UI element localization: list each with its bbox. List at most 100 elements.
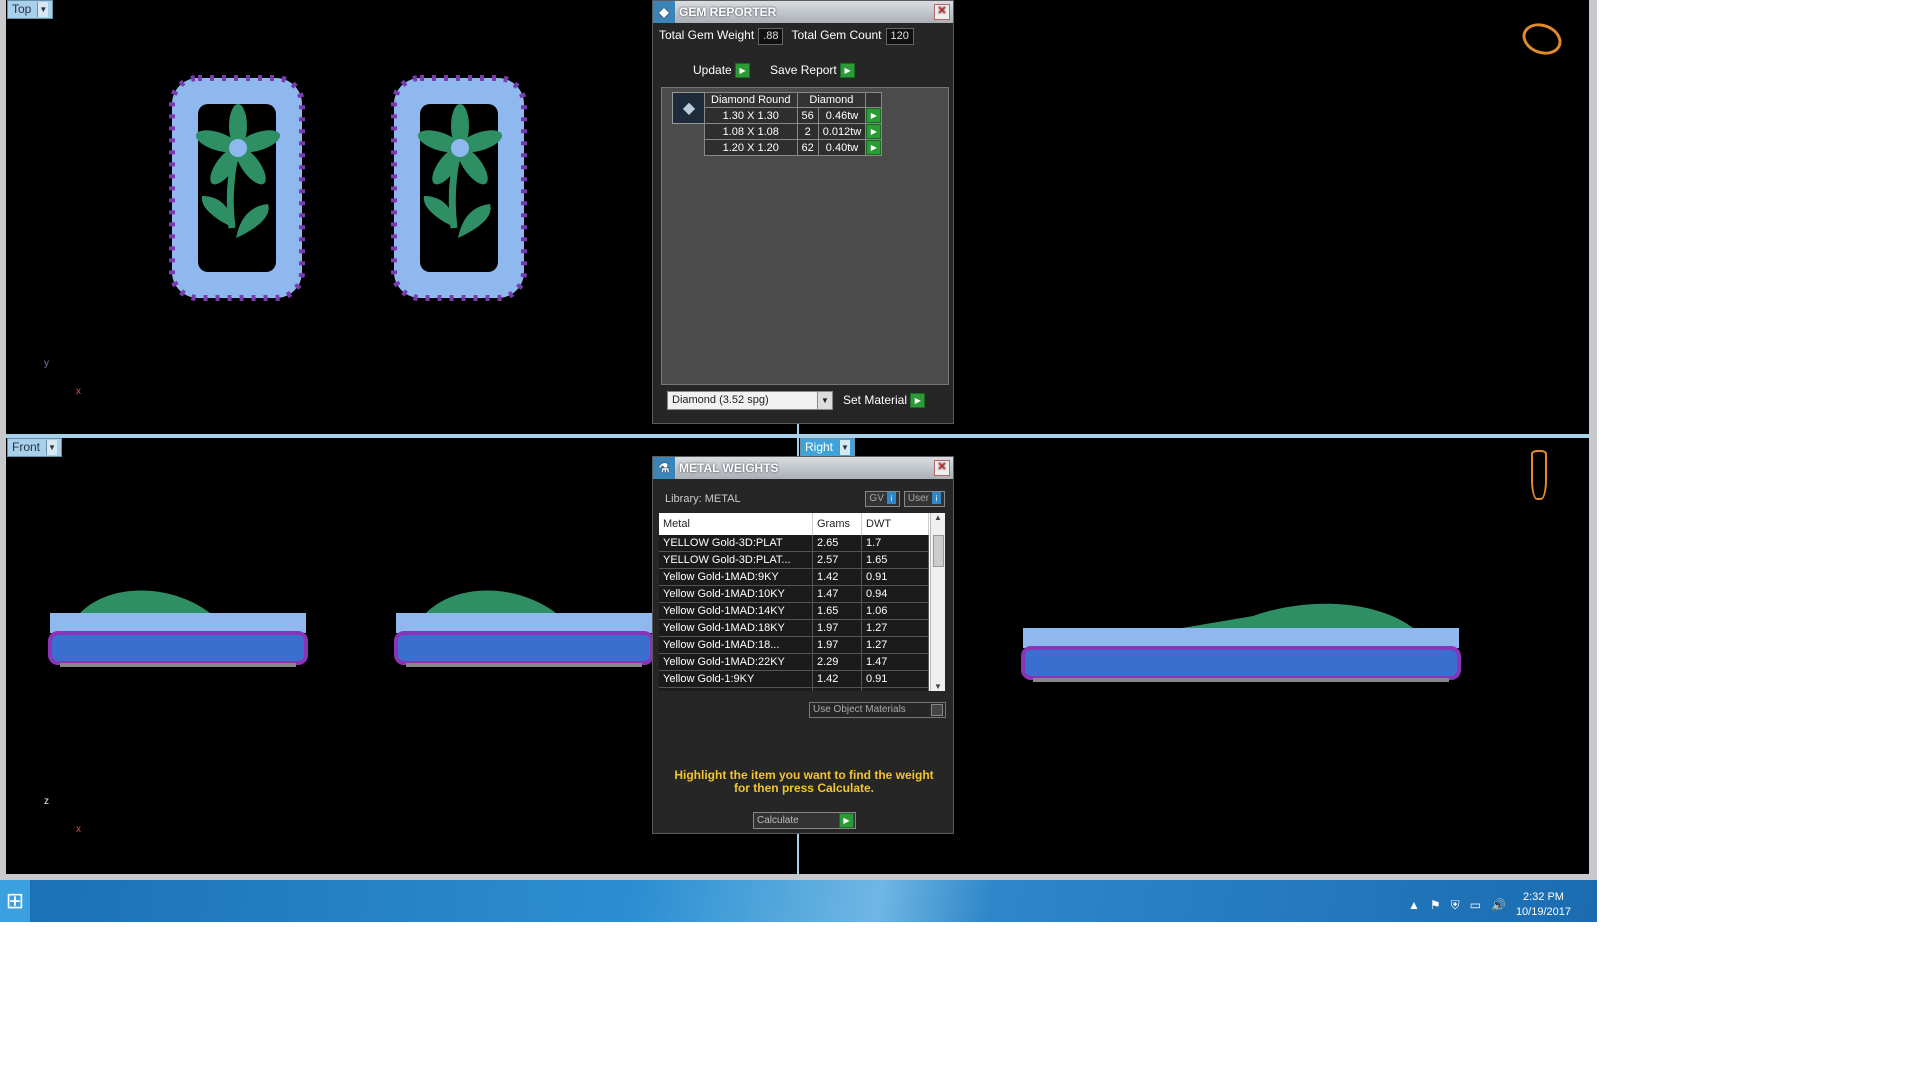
flask-icon: ⚗: [653, 457, 675, 479]
metal-dwt-cell: 0.94: [861, 687, 929, 691]
total-gem-weight-label: Total Gem Weight: [659, 28, 755, 42]
viewport-label-front[interactable]: Front ▼: [7, 438, 63, 457]
gem-count: 2: [796, 123, 819, 140]
table-row[interactable]: Yellow Gold-1:9KY 1.42 0.91: [659, 670, 929, 688]
metal-metal-cell: Yellow Gold-1MAD:18KY: [659, 619, 813, 637]
column-header-grams[interactable]: Grams: [812, 513, 862, 535]
update-button[interactable]: Update ▶: [693, 63, 751, 79]
metal-grams-cell: 2.65: [812, 535, 862, 552]
chevron-down-icon[interactable]: ▼: [817, 392, 832, 409]
material-select[interactable]: Diamond (3.52 spg) ▼: [667, 391, 833, 410]
table-row[interactable]: 1.20 X 1.20 62 0.40tw ▶: [704, 139, 883, 156]
pendant-view-icon[interactable]: [1531, 450, 1547, 500]
play-icon[interactable]: ▶: [840, 63, 856, 79]
chevron-down-icon[interactable]: ▼: [37, 2, 49, 17]
play-icon[interactable]: ▶: [735, 63, 751, 79]
metal-list-scrollbar[interactable]: ▲ ▼: [930, 513, 945, 691]
gem-reporter-dialog: ◆ GEM REPORTER ✕ Total Gem Weight .88 To…: [652, 0, 954, 424]
table-row[interactable]: Yellow Gold-1MAD:22KY 2.29 1.47: [659, 653, 929, 671]
calculate-hint: Highlight the item you want to find the …: [674, 768, 934, 795]
metal-dwt-cell: 1.47: [861, 653, 929, 671]
metal-metal-cell: Yellow Gold-1:10KY: [659, 687, 813, 691]
info-icon: i: [932, 492, 941, 504]
column-header-metal[interactable]: Metal: [659, 513, 813, 535]
viewport-splitter-horizontal[interactable]: [6, 434, 1589, 438]
gem-reporter-titlebar[interactable]: ◆ GEM REPORTER ✕: [653, 1, 953, 23]
viewport-label-right[interactable]: Right ▼: [800, 438, 856, 457]
viewport-label-top[interactable]: Top ▼: [7, 0, 54, 19]
calculate-button[interactable]: Calculate ▶: [753, 812, 856, 829]
axis-x-label-front: x: [76, 824, 81, 835]
table-row[interactable]: 1.08 X 1.08 2 0.012tw ▶: [704, 123, 883, 140]
metal-list[interactable]: Metal Grams DWT YELLOW Gold-3D:PLAT 2.65 1…: [659, 513, 945, 691]
table-row[interactable]: YELLOW Gold-3D:PLAT 2.65 1.7: [659, 535, 929, 552]
scroll-down-icon[interactable]: ▼: [931, 682, 945, 691]
gem-reporter-icon: ◆: [653, 1, 675, 23]
play-icon[interactable]: ▶: [839, 813, 854, 828]
scrollbar-thumb[interactable]: [933, 535, 944, 567]
axis-y-label: y: [44, 358, 49, 369]
chevron-down-icon[interactable]: ▼: [46, 440, 58, 455]
metal-dwt-cell: 0.91: [861, 670, 929, 688]
application-window: y x z x Top ▼ Front ▼ Right ▼ ◆ GEM REPO…: [0, 0, 1597, 922]
chevron-down-icon[interactable]: ▼: [839, 440, 851, 455]
shield-icon[interactable]: ⛨: [1451, 898, 1460, 913]
gem-actions: Update ▶ Save Report ▶: [693, 63, 856, 79]
frame-left: [0, 0, 6, 876]
scroll-up-icon[interactable]: ▲: [931, 513, 945, 522]
metal-metal-cell: Yellow Gold-1MAD:18...: [659, 636, 813, 654]
column-header-dwt[interactable]: DWT: [861, 513, 929, 535]
metal-dwt-cell: 0.91: [861, 568, 929, 586]
table-row[interactable]: 1.30 X 1.30 56 0.46tw ▶: [704, 107, 883, 124]
axis-x-label: x: [76, 386, 81, 397]
library-label: Library: METAL: [665, 493, 741, 505]
table-row[interactable]: Yellow Gold-1:10KY1.470.94: [659, 687, 929, 691]
show-hidden-icons-icon[interactable]: ▲: [1408, 898, 1420, 912]
play-icon[interactable]: ▶: [866, 108, 882, 123]
metal-weights-titlebar[interactable]: ⚗ METAL WEIGHTS ✕: [653, 457, 953, 479]
metal-metal-cell: YELLOW Gold-3D:PLAT...: [659, 551, 813, 569]
network-icon[interactable]: ▭: [1470, 898, 1481, 912]
set-material-button[interactable]: Set Material ▶: [843, 393, 926, 409]
close-icon[interactable]: ✕: [934, 4, 950, 20]
table-row[interactable]: Yellow Gold-1MAD:18KY 1.97 1.27: [659, 619, 929, 637]
clock-date: 10/19/2017: [1515, 906, 1571, 918]
viewport-label-front-text: Front: [12, 440, 41, 454]
metal-metal-cell: Yellow Gold-1MAD:9KY: [659, 568, 813, 586]
gem-size: 1.08 X 1.08: [704, 123, 798, 140]
metal-table: Metal Grams DWT YELLOW Gold-3D:PLAT 2.65 1…: [659, 513, 929, 691]
metal-grams-cell: 1.47: [812, 585, 862, 603]
play-icon[interactable]: ▶: [866, 140, 882, 155]
total-gem-count-field[interactable]: 120: [885, 28, 914, 45]
metal-dwt-cell: 1.65: [861, 551, 929, 569]
table-row[interactable]: YELLOW Gold-3D:PLAT... 2.57 1.65: [659, 551, 929, 569]
metal-grams-cell: 1.47: [812, 687, 862, 691]
total-gem-weight-field[interactable]: .88: [758, 28, 784, 45]
metal-dwt-cell: 1.06: [861, 602, 929, 620]
save-report-button[interactable]: Save Report ▶: [770, 63, 856, 79]
gem-header-material: Diamond: [796, 92, 867, 108]
viewport-label-top-text: Top: [12, 2, 32, 16]
gem-table: Diamond Round Diamond 1.30 X 1.30 56 0.4…: [704, 92, 883, 156]
clock[interactable]: 2:32 PM 10/19/2017: [1516, 890, 1571, 920]
use-object-materials-checkbox[interactable]: Use Object Materials: [809, 702, 946, 718]
checkbox-box[interactable]: [931, 704, 943, 716]
use-object-materials-label: Use Object Materials: [813, 704, 906, 715]
start-button[interactable]: ⊞: [0, 880, 30, 922]
play-icon[interactable]: ▶: [910, 393, 926, 409]
table-row[interactable]: Yellow Gold-1MAD:9KY 1.42 0.91: [659, 568, 929, 586]
user-toggle[interactable]: User i: [903, 491, 945, 507]
metal-metal-cell: Yellow Gold-1MAD:22KY: [659, 653, 813, 671]
total-gem-count-label: Total Gem Count: [791, 28, 882, 42]
table-row[interactable]: Yellow Gold-1MAD:14KY 1.65 1.06: [659, 602, 929, 620]
metal-dwt-cell: 1.27: [861, 619, 929, 637]
user-label: User: [907, 493, 929, 504]
table-row[interactable]: Yellow Gold-1MAD:10KY 1.47 0.94: [659, 585, 929, 603]
play-icon[interactable]: ▶: [866, 124, 882, 139]
flag-icon[interactable]: ⚑: [1430, 898, 1441, 912]
metal-grams-cell: 2.29: [812, 653, 862, 671]
table-row[interactable]: Yellow Gold-1MAD:18... 1.97 1.27: [659, 636, 929, 654]
volume-icon[interactable]: 🔊: [1491, 898, 1506, 912]
gv-toggle[interactable]: GV i: [865, 491, 900, 507]
close-icon[interactable]: ✕: [934, 460, 950, 476]
